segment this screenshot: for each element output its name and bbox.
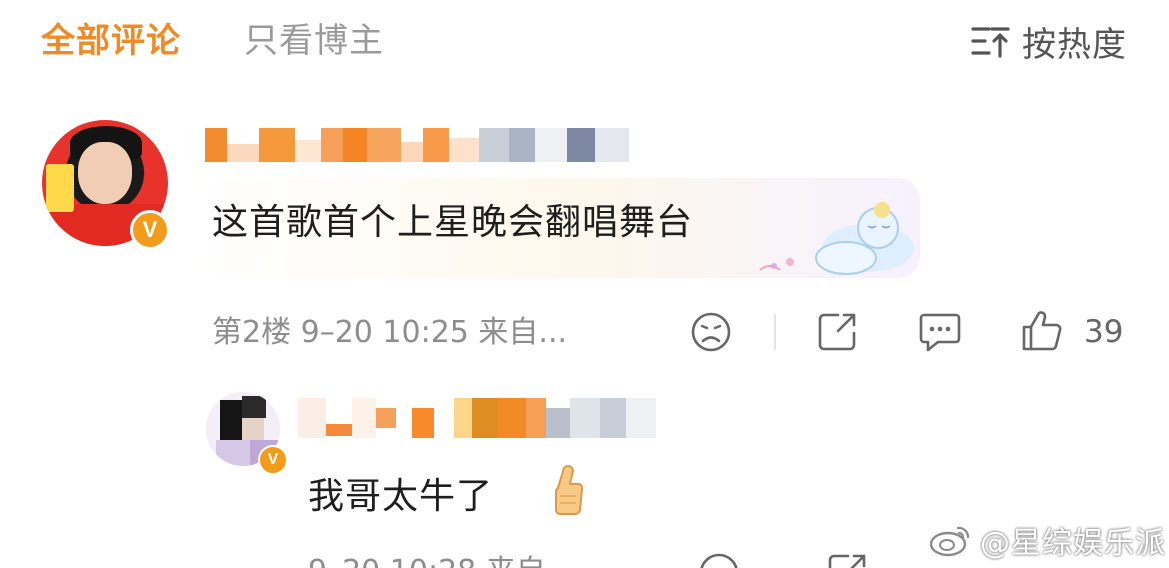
avatar-sign <box>46 164 74 212</box>
reply-text-content: 我哥太牛了 <box>308 476 494 517</box>
tab-all-comments[interactable]: 全部评论 <box>41 18 181 64</box>
sort-label: 按热度 <box>1022 24 1127 65</box>
sad-face-icon <box>700 553 738 568</box>
weibo-logo-icon <box>929 526 970 557</box>
thumbs-up-emoji-icon <box>554 465 584 515</box>
like-button[interactable] <box>1020 309 1064 353</box>
comment-tabbar: 全部评论 只看博主 按热度 <box>0 0 1169 84</box>
sleeping-sticker-icon <box>759 202 914 275</box>
tab-author-only[interactable]: 只看博主 <box>244 18 384 64</box>
sort-button[interactable]: 按热度 <box>970 18 1127 65</box>
thumbs-up-icon <box>1022 311 1062 351</box>
comments-panel: 全部评论 只看博主 按热度 V 这首歌首个上星晚会翻唱舞台 第2楼 9–20 1… <box>0 0 1169 568</box>
watermark-text: @星综娱乐派 <box>980 526 1166 561</box>
comment-button[interactable] <box>918 311 962 353</box>
verified-badge: V <box>258 445 288 475</box>
dislike-button[interactable] <box>690 311 732 353</box>
divider <box>774 314 776 350</box>
comment-icon <box>919 313 961 352</box>
sort-icon <box>971 27 1010 58</box>
reply-share-button[interactable] <box>826 552 868 568</box>
share-button[interactable] <box>816 311 858 353</box>
reply-dislike-button[interactable] <box>698 552 740 568</box>
like-count: 39 <box>1084 314 1124 350</box>
watermark: @星综娱乐派 <box>928 520 1166 561</box>
share-icon <box>818 313 856 351</box>
comment-text: 这首歌首个上星晚会翻唱舞台 <box>212 202 694 243</box>
reply-meta: 9–20 10:28 来自 <box>308 552 546 568</box>
sad-face-icon <box>691 312 731 352</box>
verified-badge: V <box>130 210 170 250</box>
reply-text: 我哥太牛了 <box>308 473 493 521</box>
avatar-face <box>78 142 132 204</box>
share-icon <box>828 554 866 568</box>
comment-meta: 第2楼 9–20 10:25 来自... <box>212 315 568 350</box>
username-censored[interactable] <box>205 128 629 162</box>
reply-username-censored[interactable] <box>298 398 656 438</box>
